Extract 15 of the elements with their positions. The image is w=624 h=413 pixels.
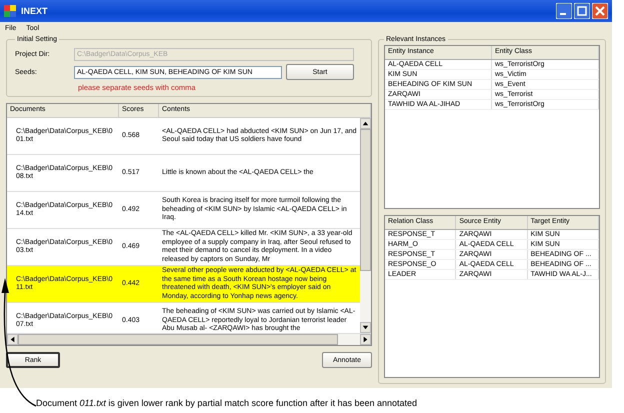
scroll-thumb[interactable]	[360, 129, 371, 271]
app-icon	[4, 5, 16, 17]
maximize-icon[interactable]	[574, 3, 590, 19]
scroll-down-icon[interactable]	[360, 322, 371, 333]
caption-text: Document 011.txt is given lower rank by partial match score function after it has been annotated	[36, 398, 418, 408]
scroll-up-icon[interactable]	[360, 118, 371, 129]
scroll-right-icon[interactable]	[360, 334, 371, 345]
close-icon[interactable]	[592, 3, 608, 19]
document-row[interactable]	[7, 266, 360, 303]
vertical-scrollbar[interactable]	[360, 118, 371, 333]
scroll-thumb[interactable]	[18, 334, 338, 345]
window-title: INEXT	[21, 6, 48, 16]
horizontal-scrollbar[interactable]	[7, 333, 371, 345]
scroll-left-icon[interactable]	[7, 334, 18, 345]
minimize-icon[interactable]	[556, 3, 572, 19]
